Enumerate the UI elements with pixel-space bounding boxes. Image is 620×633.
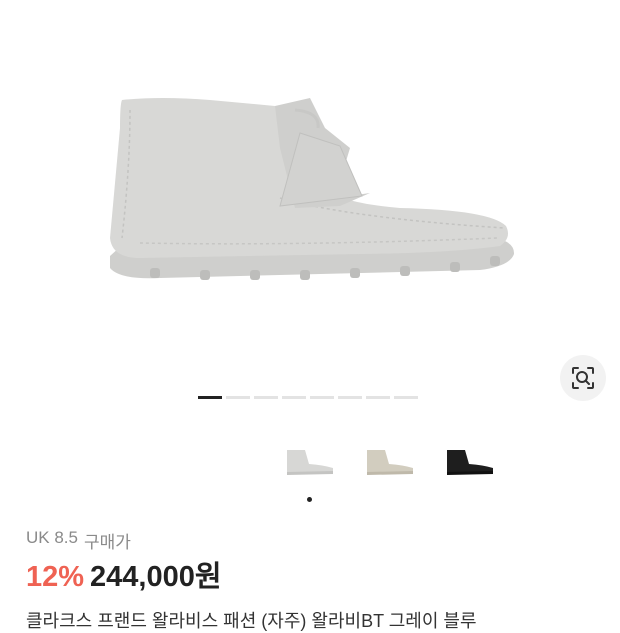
selected-thumbnail-indicator xyxy=(307,497,312,502)
pagination-bar xyxy=(310,396,334,399)
thumbnail-grey-boot[interactable] xyxy=(280,436,340,486)
pagination-bar xyxy=(394,396,418,399)
discount-rate: 12% xyxy=(26,561,85,593)
product-image xyxy=(110,98,515,280)
gallery-pagination xyxy=(198,396,418,399)
pagination-bar xyxy=(338,396,362,399)
thumbnail-sand-boot[interactable] xyxy=(360,436,420,486)
pagination-bar xyxy=(282,396,306,399)
product-title: 클라크스 프랜드 왈라비스 패션 (자주) 왈라비BT 그레이 블루 xyxy=(26,611,477,631)
sand-boot-image xyxy=(367,450,413,475)
grey-boot-image xyxy=(287,450,333,475)
price-row: 12% 244,000원 xyxy=(26,553,222,595)
pagination-bar xyxy=(366,396,390,399)
thumbnail-black-boot[interactable] xyxy=(440,436,500,486)
color-thumbnails xyxy=(280,436,500,486)
black-boot-image xyxy=(447,450,493,475)
pagination-bar xyxy=(226,396,250,399)
pagination-bar xyxy=(198,396,222,399)
image-search-button[interactable] xyxy=(560,355,606,401)
size-price-type: UK 8.5 구매가 xyxy=(26,528,131,553)
size-label: UK 8.5 xyxy=(26,528,78,547)
price-type-label: 구매가 xyxy=(83,533,131,552)
image-search-icon xyxy=(572,367,594,389)
product-image-gallery[interactable] xyxy=(0,0,620,420)
pagination-bar xyxy=(254,396,278,399)
price-value: 244,000원 xyxy=(90,561,222,593)
